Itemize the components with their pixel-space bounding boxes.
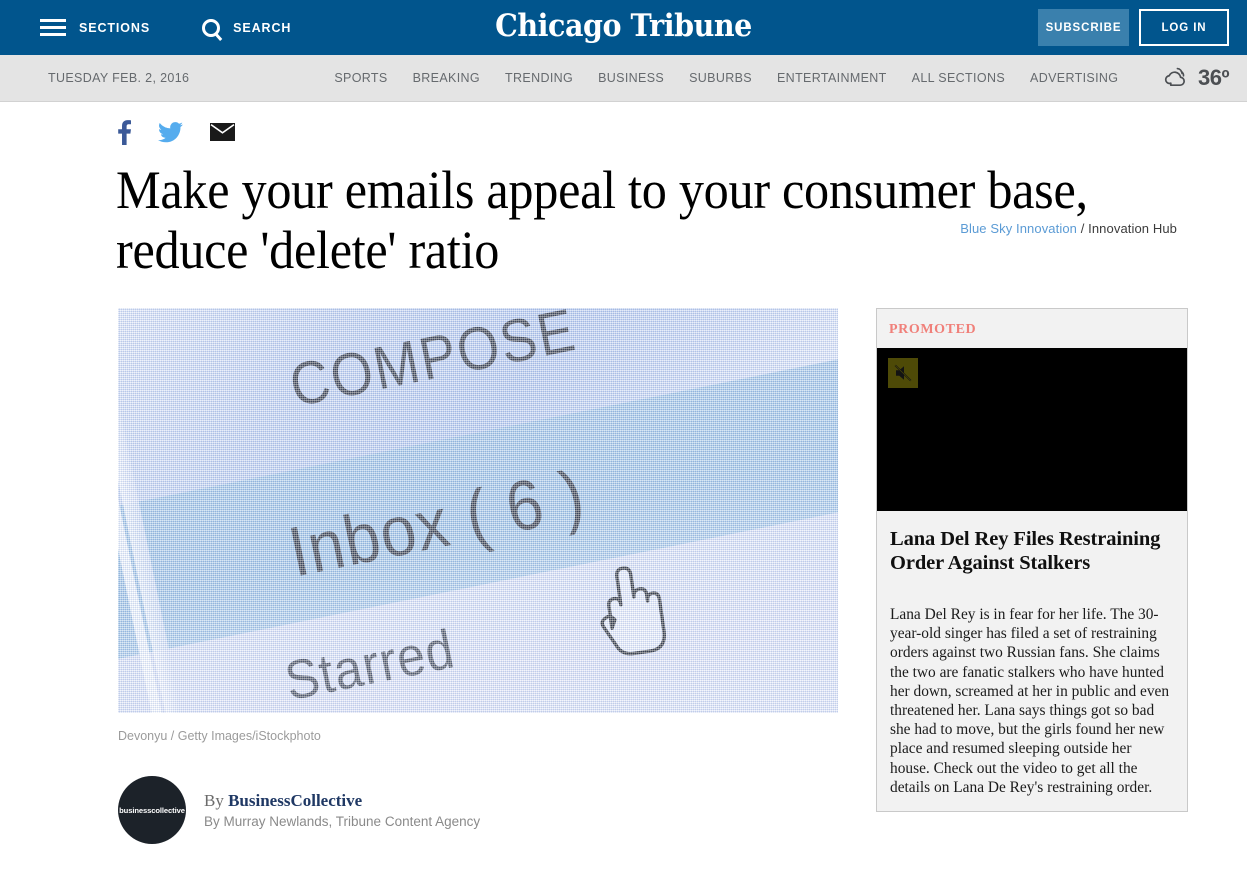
search-button-label: SEARCH (233, 20, 292, 35)
muted-speaker-icon (894, 364, 912, 382)
byline-text-block: By BusinessCollective By Murray Newlands… (204, 791, 480, 829)
breadcrumb-subsection[interactable]: Innovation Hub (1088, 221, 1177, 236)
sections-button[interactable]: SECTIONS (40, 19, 150, 36)
promoted-label: PROMOTED (889, 322, 977, 337)
byline-author-name[interactable]: BusinessCollective (228, 791, 362, 810)
facebook-icon[interactable] (118, 119, 131, 145)
mute-toggle-button[interactable] (888, 358, 918, 388)
byline-credit: By Murray Newlands, Tribune Content Agen… (204, 814, 481, 829)
avatar[interactable]: businesscollective (118, 776, 186, 844)
nav-item-all-sections[interactable]: ALL SECTIONS (912, 71, 1005, 85)
nav-item-advertising[interactable]: ADVERTISING (1030, 71, 1118, 85)
nav-item-suburbs[interactable]: SUBURBS (689, 71, 752, 85)
nav-item-sports[interactable]: SPORTS (334, 71, 387, 85)
promoted-body: Lana Del Rey Files Restraining Order Aga… (877, 511, 1187, 812)
weather-temperature: 36º (1197, 65, 1230, 90)
article-content: COMPOSE Inbox ( 6 ) Starred Devonyu / Ge… (0, 308, 1247, 875)
header-left-controls: SECTIONS SEARCH (0, 18, 292, 37)
weather-widget[interactable]: 36º (1162, 65, 1230, 91)
current-date: TUESDAY FEB. 2, 2016 (48, 71, 190, 85)
nav-item-business[interactable]: BUSINESS (598, 71, 664, 85)
section-navbar: TUESDAY FEB. 2, 2016 SPORTS BREAKING TRE… (0, 55, 1247, 102)
login-button[interactable]: LOG IN (1139, 9, 1229, 46)
nav-item-trending[interactable]: TRENDING (505, 71, 573, 85)
masthead-home-link[interactable]: Chicago Tribune (484, 4, 763, 48)
avatar-label: businesscollective (119, 805, 185, 815)
twitter-icon[interactable] (158, 121, 183, 143)
page-title: Make your emails appeal to your consumer… (116, 160, 1088, 280)
lead-photo: COMPOSE Inbox ( 6 ) Starred (118, 308, 838, 713)
header-account-controls: SUBSCRIBE LOG IN (1038, 0, 1229, 55)
article-column: COMPOSE Inbox ( 6 ) Starred Devonyu / Ge… (118, 308, 838, 875)
nav-links: SPORTS BREAKING TRENDING BUSINESS SUBURB… (334, 71, 1118, 85)
promoted-module: PROMOTED Lana Del Rey Files Restraining … (876, 308, 1188, 813)
nav-item-entertainment[interactable]: ENTERTAINMENT (777, 71, 887, 85)
byline-author-line: By BusinessCollective (204, 791, 480, 811)
hamburger-icon (40, 19, 66, 36)
partly-cloudy-icon (1164, 67, 1185, 87)
nav-item-breaking[interactable]: BREAKING (413, 71, 480, 85)
photo-caption: Devonyu / Getty Images/iStockphoto (118, 729, 321, 743)
masthead-title: Chicago Tribune (495, 8, 752, 44)
byline-by-prefix: By (204, 791, 229, 810)
sections-button-label: SECTIONS (79, 20, 151, 35)
subscribe-button[interactable]: SUBSCRIBE (1038, 9, 1129, 46)
article-page: Blue Sky Innovation / Innovation Hub Mak… (0, 102, 1247, 875)
search-icon (202, 18, 221, 37)
promoted-description: Lana Del Rey is in fear for her life. Th… (890, 606, 1170, 796)
site-header: SECTIONS SEARCH Chicago Tribune SUBSCRIB… (0, 0, 1247, 55)
share-bar (0, 102, 1247, 148)
promoted-header: PROMOTED (877, 309, 1187, 348)
sidebar-column: PROMOTED Lana Del Rey Files Restraining … (876, 308, 1188, 875)
search-button[interactable]: SEARCH (202, 18, 292, 37)
photo-pixel-texture (118, 308, 838, 713)
byline: businesscollective By BusinessCollective… (118, 776, 838, 844)
promoted-headline[interactable]: Lana Del Rey Files Restraining Order Aga… (890, 527, 1174, 575)
promoted-video-player[interactable] (877, 348, 1187, 511)
email-icon[interactable] (210, 123, 235, 141)
